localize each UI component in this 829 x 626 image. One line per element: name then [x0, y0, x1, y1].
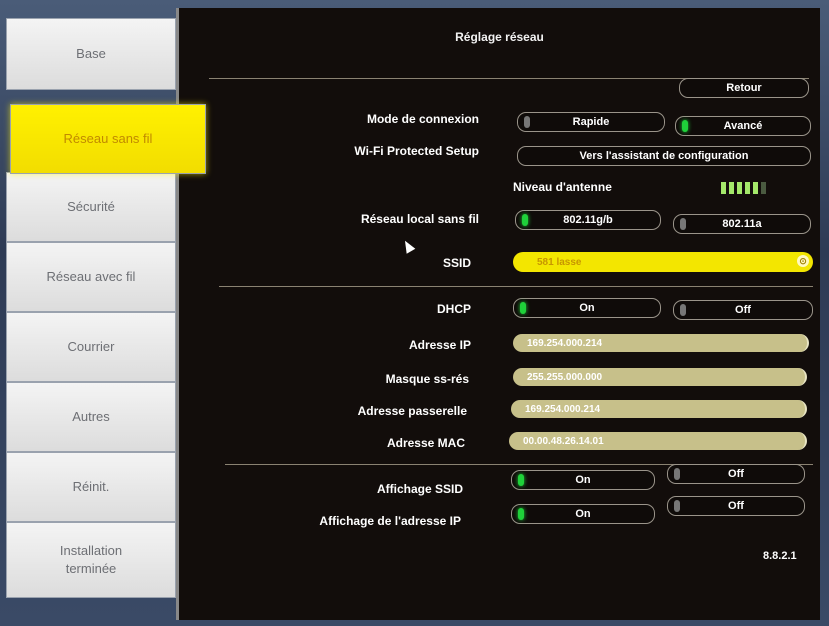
ip-address-label: Adresse IP — [408, 338, 471, 352]
signal-bar — [737, 182, 742, 194]
tab-wired-network[interactable]: Réseau avec fil — [6, 242, 176, 312]
signal-bar — [745, 182, 750, 194]
tab-column: Base Réseau sans fil Sécurité Réseau ave… — [6, 18, 206, 598]
option-label: 802.11a — [722, 218, 762, 230]
radio-indicator-icon — [524, 116, 530, 128]
ssid-display-label: Affichage SSID — [376, 482, 463, 496]
ip-display-off-option[interactable]: Off — [667, 496, 805, 516]
option-label: On — [579, 302, 595, 314]
page-title: Réglage réseau — [455, 30, 544, 44]
network-settings-panel: Réglage réseau Retour Mode de connexion … — [176, 8, 820, 620]
subnet-mask-field[interactable]: 255.255.000.000 — [513, 368, 807, 386]
divider — [219, 286, 813, 287]
option-label: Off — [728, 468, 744, 480]
radio-indicator-icon — [682, 120, 688, 132]
radio-indicator-icon — [674, 468, 680, 480]
connection-mode-avance-option[interactable]: Avancé — [675, 116, 811, 136]
signal-bar — [729, 182, 734, 194]
option-label: Rapide — [572, 116, 610, 128]
wireless-lan-label: Réseau local sans fil — [360, 212, 479, 226]
option-label: Avancé — [723, 120, 763, 132]
subnet-mask-label: Masque ss-rés — [385, 372, 469, 386]
ssid-display-off-option[interactable]: Off — [667, 464, 805, 484]
ssid-value: 581 lasse — [537, 256, 582, 268]
option-label: Off — [735, 304, 751, 316]
ssid-label: SSID — [442, 256, 471, 270]
tab-base[interactable]: Base — [6, 18, 176, 90]
dhcp-on-option[interactable]: On — [513, 298, 661, 318]
signal-bar — [761, 182, 766, 194]
ip-display-on-option[interactable]: On — [511, 504, 655, 524]
signal-bar — [721, 182, 726, 194]
connection-mode-label: Mode de connexion — [366, 112, 479, 126]
connection-mode-rapide-option[interactable]: Rapide — [517, 112, 665, 132]
ssid-display-on-option[interactable]: On — [511, 470, 655, 490]
tab-installation-done[interactable]: Installation terminée — [6, 522, 176, 598]
dropdown-arrow-icon: ⊙ — [797, 255, 809, 267]
radio-indicator-icon — [522, 214, 528, 226]
wireless-lan-80211gb-option[interactable]: 802.11g/b — [515, 210, 661, 230]
dhcp-off-option[interactable]: Off — [673, 300, 813, 320]
gateway-label: Adresse passerelle — [357, 404, 467, 418]
ssid-dropdown[interactable]: 581 lasse ⊙ — [513, 252, 813, 272]
radio-indicator-icon — [518, 474, 524, 486]
tab-wireless-network[interactable]: Réseau sans fil — [10, 104, 206, 174]
antenna-level-label: Niveau d'antenne — [513, 180, 612, 194]
tab-others[interactable]: Autres — [6, 382, 176, 452]
radio-indicator-icon — [518, 508, 524, 520]
gateway-field[interactable]: 169.254.000.214 — [511, 400, 807, 418]
option-label: On — [575, 474, 591, 486]
tab-reset[interactable]: Réinit. — [6, 452, 176, 522]
tab-security[interactable]: Sécurité — [6, 172, 176, 242]
mac-address-field: 00.00.48.26.14.01 — [509, 432, 807, 450]
back-button[interactable]: Retour — [679, 78, 809, 98]
ip-address-field[interactable]: 169.254.000.214 — [513, 334, 809, 352]
signal-strength-icon — [721, 182, 766, 194]
radio-indicator-icon — [520, 302, 526, 314]
radio-indicator-icon — [674, 500, 680, 512]
wireless-lan-80211a-option[interactable]: 802.11a — [673, 214, 811, 234]
option-label: Off — [728, 500, 744, 512]
option-label: 802.11g/b — [563, 214, 613, 226]
radio-indicator-icon — [680, 218, 686, 230]
radio-indicator-icon — [680, 304, 686, 316]
tab-mail[interactable]: Courrier — [6, 312, 176, 382]
wps-label: Wi-Fi Protected Setup — [354, 144, 479, 158]
ip-display-label: Affichage de l'adresse IP — [319, 514, 461, 528]
signal-bar — [753, 182, 758, 194]
mac-address-label: Adresse MAC — [386, 436, 465, 450]
option-label: On — [575, 508, 591, 520]
version-number: 8.8.2.1 — [763, 550, 797, 562]
dhcp-label: DHCP — [436, 302, 471, 316]
wps-assistant-button[interactable]: Vers l'assistant de configuration — [517, 146, 811, 166]
